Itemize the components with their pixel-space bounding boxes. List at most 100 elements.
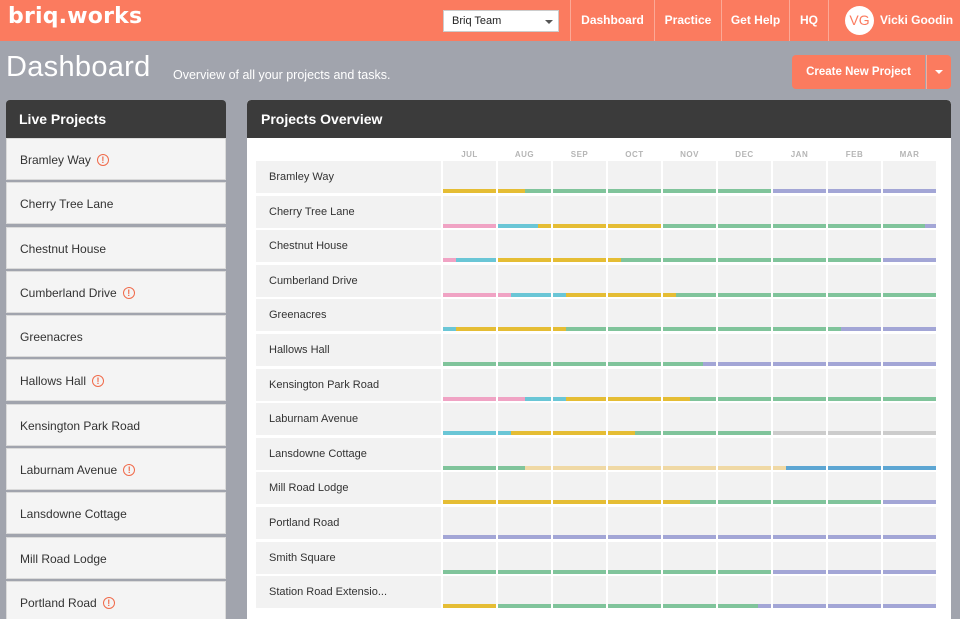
gantt-month-cell (828, 161, 881, 193)
gantt-segment-tan (524, 465, 551, 470)
live-project-item[interactable]: Bramley Way! (6, 138, 226, 180)
gantt-segment-purple (841, 327, 881, 332)
gantt-month-cell (718, 472, 771, 505)
user-name[interactable]: Vicki Goodin (880, 0, 953, 41)
live-project-item[interactable]: Portland Road! (6, 580, 226, 619)
gantt-month-cell (773, 437, 826, 470)
gantt-segment-green (676, 292, 716, 297)
gantt-segment-pink (498, 292, 512, 297)
gantt-month-cell (663, 264, 716, 297)
gantt-month-cell (883, 161, 936, 193)
gantt-project-name[interactable]: Greenacres (256, 299, 441, 332)
alert-icon: ! (96, 154, 109, 166)
gantt-row[interactable]: Hallows Hall (256, 334, 936, 366)
gantt-row[interactable]: Laburnam Avenue (256, 403, 936, 436)
gantt-project-name[interactable]: Cherry Tree Lane (256, 195, 441, 228)
live-project-item[interactable]: Chestnut House (6, 226, 226, 269)
nav-practice[interactable]: Practice (654, 0, 721, 41)
team-select[interactable]: Briq Team (443, 10, 559, 32)
user-avatar[interactable]: VG (845, 6, 874, 35)
gantt-segment-green (883, 223, 926, 228)
gantt-month-cell (718, 195, 771, 228)
gantt-segment-green (689, 500, 716, 505)
gantt-row[interactable]: Cherry Tree Lane (256, 195, 936, 228)
gantt-month-cell (608, 195, 661, 228)
gantt-month-cell (608, 264, 661, 297)
gantt-project-name[interactable]: Kensington Park Road (256, 368, 441, 401)
gantt-project-name[interactable]: Station Road Extensio... (256, 576, 441, 609)
gantt-month-cell (883, 299, 936, 332)
app-logo[interactable]: briq.works (8, 4, 142, 29)
gantt-segment-green (553, 189, 606, 193)
gantt-month-cell (883, 195, 936, 228)
gantt-project-name[interactable]: Lansdowne Cottage (256, 437, 441, 470)
gantt-segment-blue (883, 465, 936, 470)
month-label: JAN (790, 150, 809, 159)
gantt-project-name[interactable]: Cumberland Drive (256, 264, 441, 297)
gantt-row[interactable]: Lansdowne Cottage (256, 437, 936, 470)
gantt-segment-yellow (608, 431, 635, 436)
gantt-segment-yellow (443, 189, 496, 193)
gantt-month-cell (498, 507, 551, 539)
gantt-project-name[interactable]: Smith Square (256, 541, 441, 574)
gantt-segment-green (718, 258, 771, 263)
gantt-project-name[interactable]: Mill Road Lodge (256, 472, 441, 505)
gantt-month-cell (718, 230, 771, 263)
gantt-segment-green (608, 569, 661, 574)
gantt-row[interactable]: Smith Square (256, 541, 936, 574)
nav-dashboard[interactable]: Dashboard (570, 0, 654, 41)
gantt-project-name[interactable]: Laburnam Avenue (256, 403, 441, 436)
gantt-row[interactable]: Chestnut House (256, 230, 936, 263)
gantt-segment-purple (883, 258, 936, 263)
month-label: OCT (625, 150, 644, 159)
live-project-item[interactable]: Mill Road Lodge (6, 536, 226, 579)
live-project-item[interactable]: Cumberland Drive! (6, 270, 226, 313)
gantt-row[interactable]: Mill Road Lodge (256, 472, 936, 505)
gantt-row[interactable]: Portland Road (256, 507, 936, 539)
gantt-row[interactable]: Greenacres (256, 299, 936, 332)
live-project-item[interactable]: Laburnam Avenue! (6, 448, 226, 491)
gantt-project-name[interactable]: Portland Road (256, 507, 441, 539)
live-projects-list: Bramley Way! Cherry Tree Lane Chestnut Hou… (6, 138, 226, 619)
gantt-segment-purple (553, 535, 606, 539)
gantt-project-name[interactable]: Chestnut House (256, 230, 441, 263)
gantt-segment-yellow (663, 500, 690, 505)
gantt-row[interactable]: Kensington Park Road (256, 368, 936, 401)
gantt-month-cell (718, 507, 771, 539)
gantt-month-cell (443, 230, 496, 263)
gantt-month-cell (608, 334, 661, 366)
gantt-row[interactable]: Station Road Extensio... (256, 576, 936, 609)
gantt-segment-yellow (443, 604, 496, 609)
gantt-month-cell (663, 161, 716, 193)
nav-get-help[interactable]: Get Help (721, 0, 789, 41)
month-label: NOV (680, 150, 699, 159)
gantt-month-cell (443, 299, 496, 332)
live-project-item[interactable]: Greenacres (6, 315, 226, 358)
gantt-segment-yellow (553, 223, 606, 228)
gantt-segment-pink (443, 258, 457, 263)
nav-hq[interactable]: HQ (789, 0, 828, 41)
create-new-project-button[interactable]: Create New Project (792, 55, 925, 89)
live-project-item[interactable]: Kensington Park Road (6, 403, 226, 446)
gantt-segment-purple (828, 535, 881, 539)
gantt-month-cell (443, 576, 496, 609)
live-project-item[interactable]: Lansdowne Cottage (6, 492, 226, 535)
gantt-month-cell (828, 334, 881, 366)
gantt-segment-pink (498, 396, 525, 401)
create-project-dropdown-button[interactable] (926, 55, 951, 89)
gantt-row[interactable]: Bramley Way (256, 161, 936, 193)
gantt-segment-green (498, 604, 551, 609)
live-project-item[interactable]: Cherry Tree Lane (6, 182, 226, 225)
live-projects-panel: Live Projects Bramley Way! Cherry Tree La… (6, 100, 226, 619)
top-bar: briq.works Briq Team Dashboard Practice … (0, 0, 960, 41)
gantt-segment-tan (553, 465, 606, 470)
live-project-item[interactable]: Hallows Hall! (6, 359, 226, 402)
gantt-segment-green (773, 258, 826, 263)
gantt-month-cell (828, 437, 881, 470)
gantt-month-cell (498, 576, 551, 609)
gantt-segment-green (498, 465, 525, 470)
gantt-month-cell (443, 437, 496, 470)
gantt-project-name[interactable]: Hallows Hall (256, 334, 441, 366)
gantt-project-name[interactable]: Bramley Way (256, 161, 441, 193)
gantt-row[interactable]: Cumberland Drive (256, 264, 936, 297)
